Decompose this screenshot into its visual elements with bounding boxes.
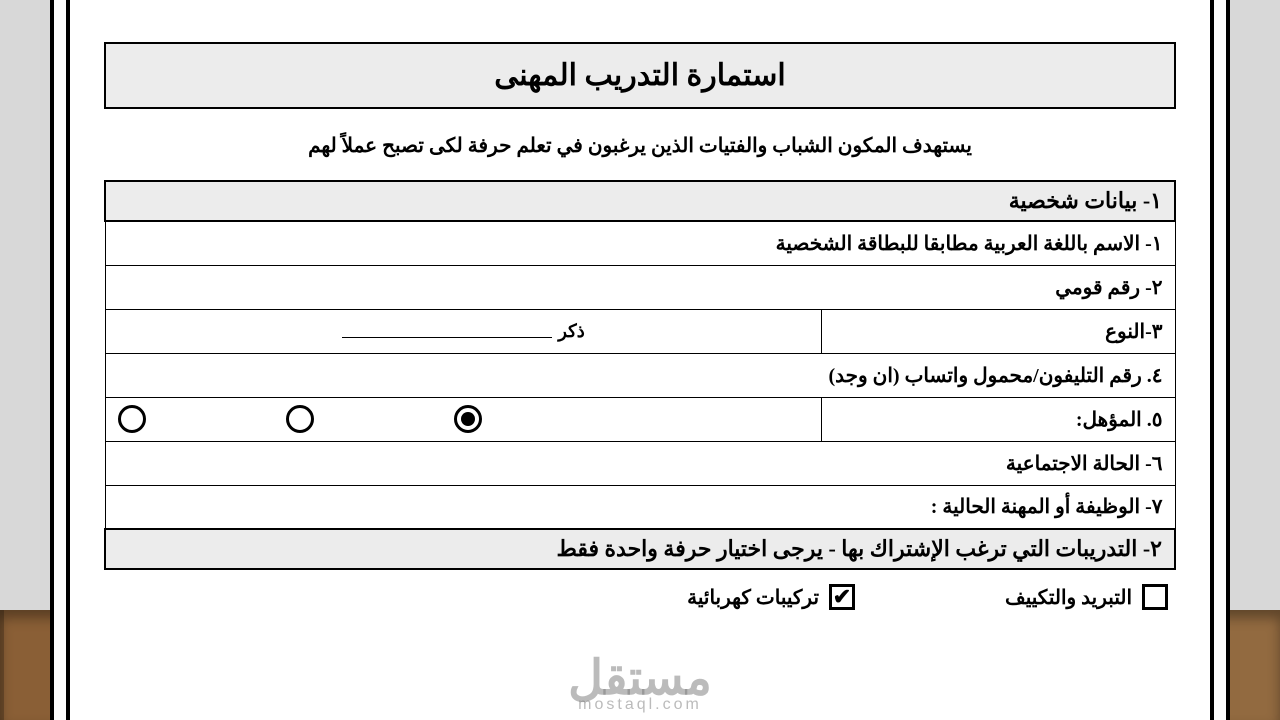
document-sheet: استمارة التدريب المهنى يستهدف المكون الش… [50, 0, 1230, 720]
section-1-heading: ١- بيانات شخصية [105, 181, 1175, 221]
gender-blank-line [342, 337, 552, 338]
field-job-label: ٧- الوظيفة أو المهنة الحالية : [105, 485, 1175, 529]
page-border-right [1210, 0, 1214, 720]
field-phone-label: ٤. رقم التليفون/محمول واتساب (ان وجد) [105, 353, 1175, 397]
training-option-2-label: تركيبات كهربائية [687, 585, 819, 610]
field-gender-label: ٣-النوع [822, 309, 1175, 353]
field-qualification-label: ٥. المؤهل: [822, 397, 1175, 441]
field-name-label: ١- الاسم باللغة العربية مطابقا للبطاقة ا… [105, 221, 1175, 265]
field-qualification-options [105, 397, 822, 441]
stage: استمارة التدريب المهنى يستهدف المكون الش… [0, 0, 1280, 720]
gender-value: ذكر [558, 321, 585, 342]
qualification-option-2[interactable] [286, 405, 314, 433]
section-2-heading: ٢- التدريبات التي ترغب الإشتراك بها - ير… [105, 529, 1175, 569]
form-intro: يستهدف المكون الشباب والفتيات الذين يرغب… [112, 133, 1168, 158]
checkbox-option-2[interactable] [829, 584, 855, 610]
page-border-left [66, 0, 70, 720]
field-marital-label: ٦- الحالة الاجتماعية [105, 441, 1175, 485]
qualification-option-3[interactable] [454, 405, 482, 433]
form-title-box: استمارة التدريب المهنى [104, 42, 1176, 109]
training-option-1-label: التبريد والتكييف [1005, 585, 1132, 610]
form-title: استمارة التدريب المهنى [116, 58, 1164, 93]
qualification-option-1[interactable] [118, 405, 146, 433]
field-national-id-label: ٢- رقم قومي [105, 265, 1175, 309]
training-option-2[interactable]: تركيبات كهربائية [687, 584, 855, 610]
checkbox-option-1[interactable] [1142, 584, 1168, 610]
training-option-1[interactable]: التبريد والتكييف [1005, 584, 1168, 610]
field-gender-value-cell: ذكر [105, 309, 822, 353]
training-options-row: التبريد والتكييف تركيبات كهربائية [104, 570, 1176, 614]
personal-data-table: ١- بيانات شخصية ١- الاسم باللغة العربية … [104, 180, 1176, 570]
